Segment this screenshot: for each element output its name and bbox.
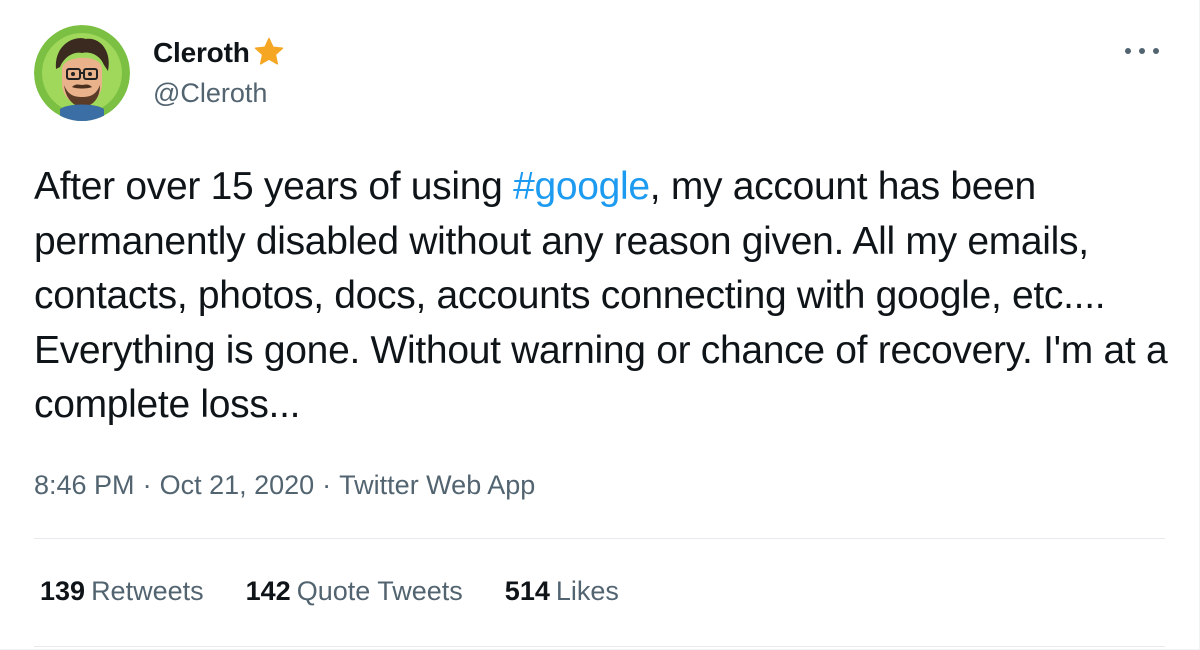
star-icon	[254, 37, 283, 65]
divider	[34, 646, 1165, 647]
more-icon-dot	[1153, 48, 1159, 54]
tweet-text-before: After over 15 years of using	[34, 165, 514, 208]
likes-label: Likes	[555, 576, 619, 606]
retweets-count: 139	[40, 576, 86, 606]
avatar[interactable]	[34, 25, 130, 121]
hashtag-link[interactable]: #google	[513, 165, 650, 208]
tweet-time[interactable]: 8:46 PM	[34, 470, 135, 500]
user-info: Cleroth @Cleroth	[153, 36, 286, 109]
tweet-card: Cleroth @Cleroth After over 15 years of …	[0, 0, 1200, 650]
tweet-stats: 139 Retweets 142 Quote Tweets 514 Likes	[40, 576, 661, 607]
more-icon[interactable]	[1125, 42, 1159, 60]
user-handle[interactable]: @Cleroth	[153, 78, 286, 109]
more-icon-dot	[1125, 48, 1131, 54]
meta-separator: ·	[142, 470, 152, 500]
tweet-date[interactable]: Oct 21, 2020	[160, 470, 315, 500]
display-name-row: Cleroth	[153, 36, 286, 70]
tweet-text: After over 15 years of using #google, my…	[34, 160, 1174, 433]
tweet-meta: 8:46 PM · Oct 21, 2020 · Twitter Web App	[34, 470, 535, 501]
quote-tweets-stat[interactable]: 142 Quote Tweets	[246, 576, 463, 607]
quote-tweets-count: 142	[245, 576, 291, 606]
tweet-source[interactable]: Twitter Web App	[339, 470, 535, 500]
divider	[34, 538, 1165, 539]
meta-separator: ·	[322, 470, 332, 500]
display-name[interactable]: Cleroth	[153, 37, 250, 69]
quote-tweets-label: Quote Tweets	[296, 576, 463, 606]
retweets-label: Retweets	[91, 576, 204, 606]
likes-stat[interactable]: 514 Likes	[505, 576, 619, 607]
retweets-stat[interactable]: 139 Retweets	[40, 576, 204, 607]
likes-count: 514	[504, 576, 550, 606]
more-icon-dot	[1139, 48, 1145, 54]
